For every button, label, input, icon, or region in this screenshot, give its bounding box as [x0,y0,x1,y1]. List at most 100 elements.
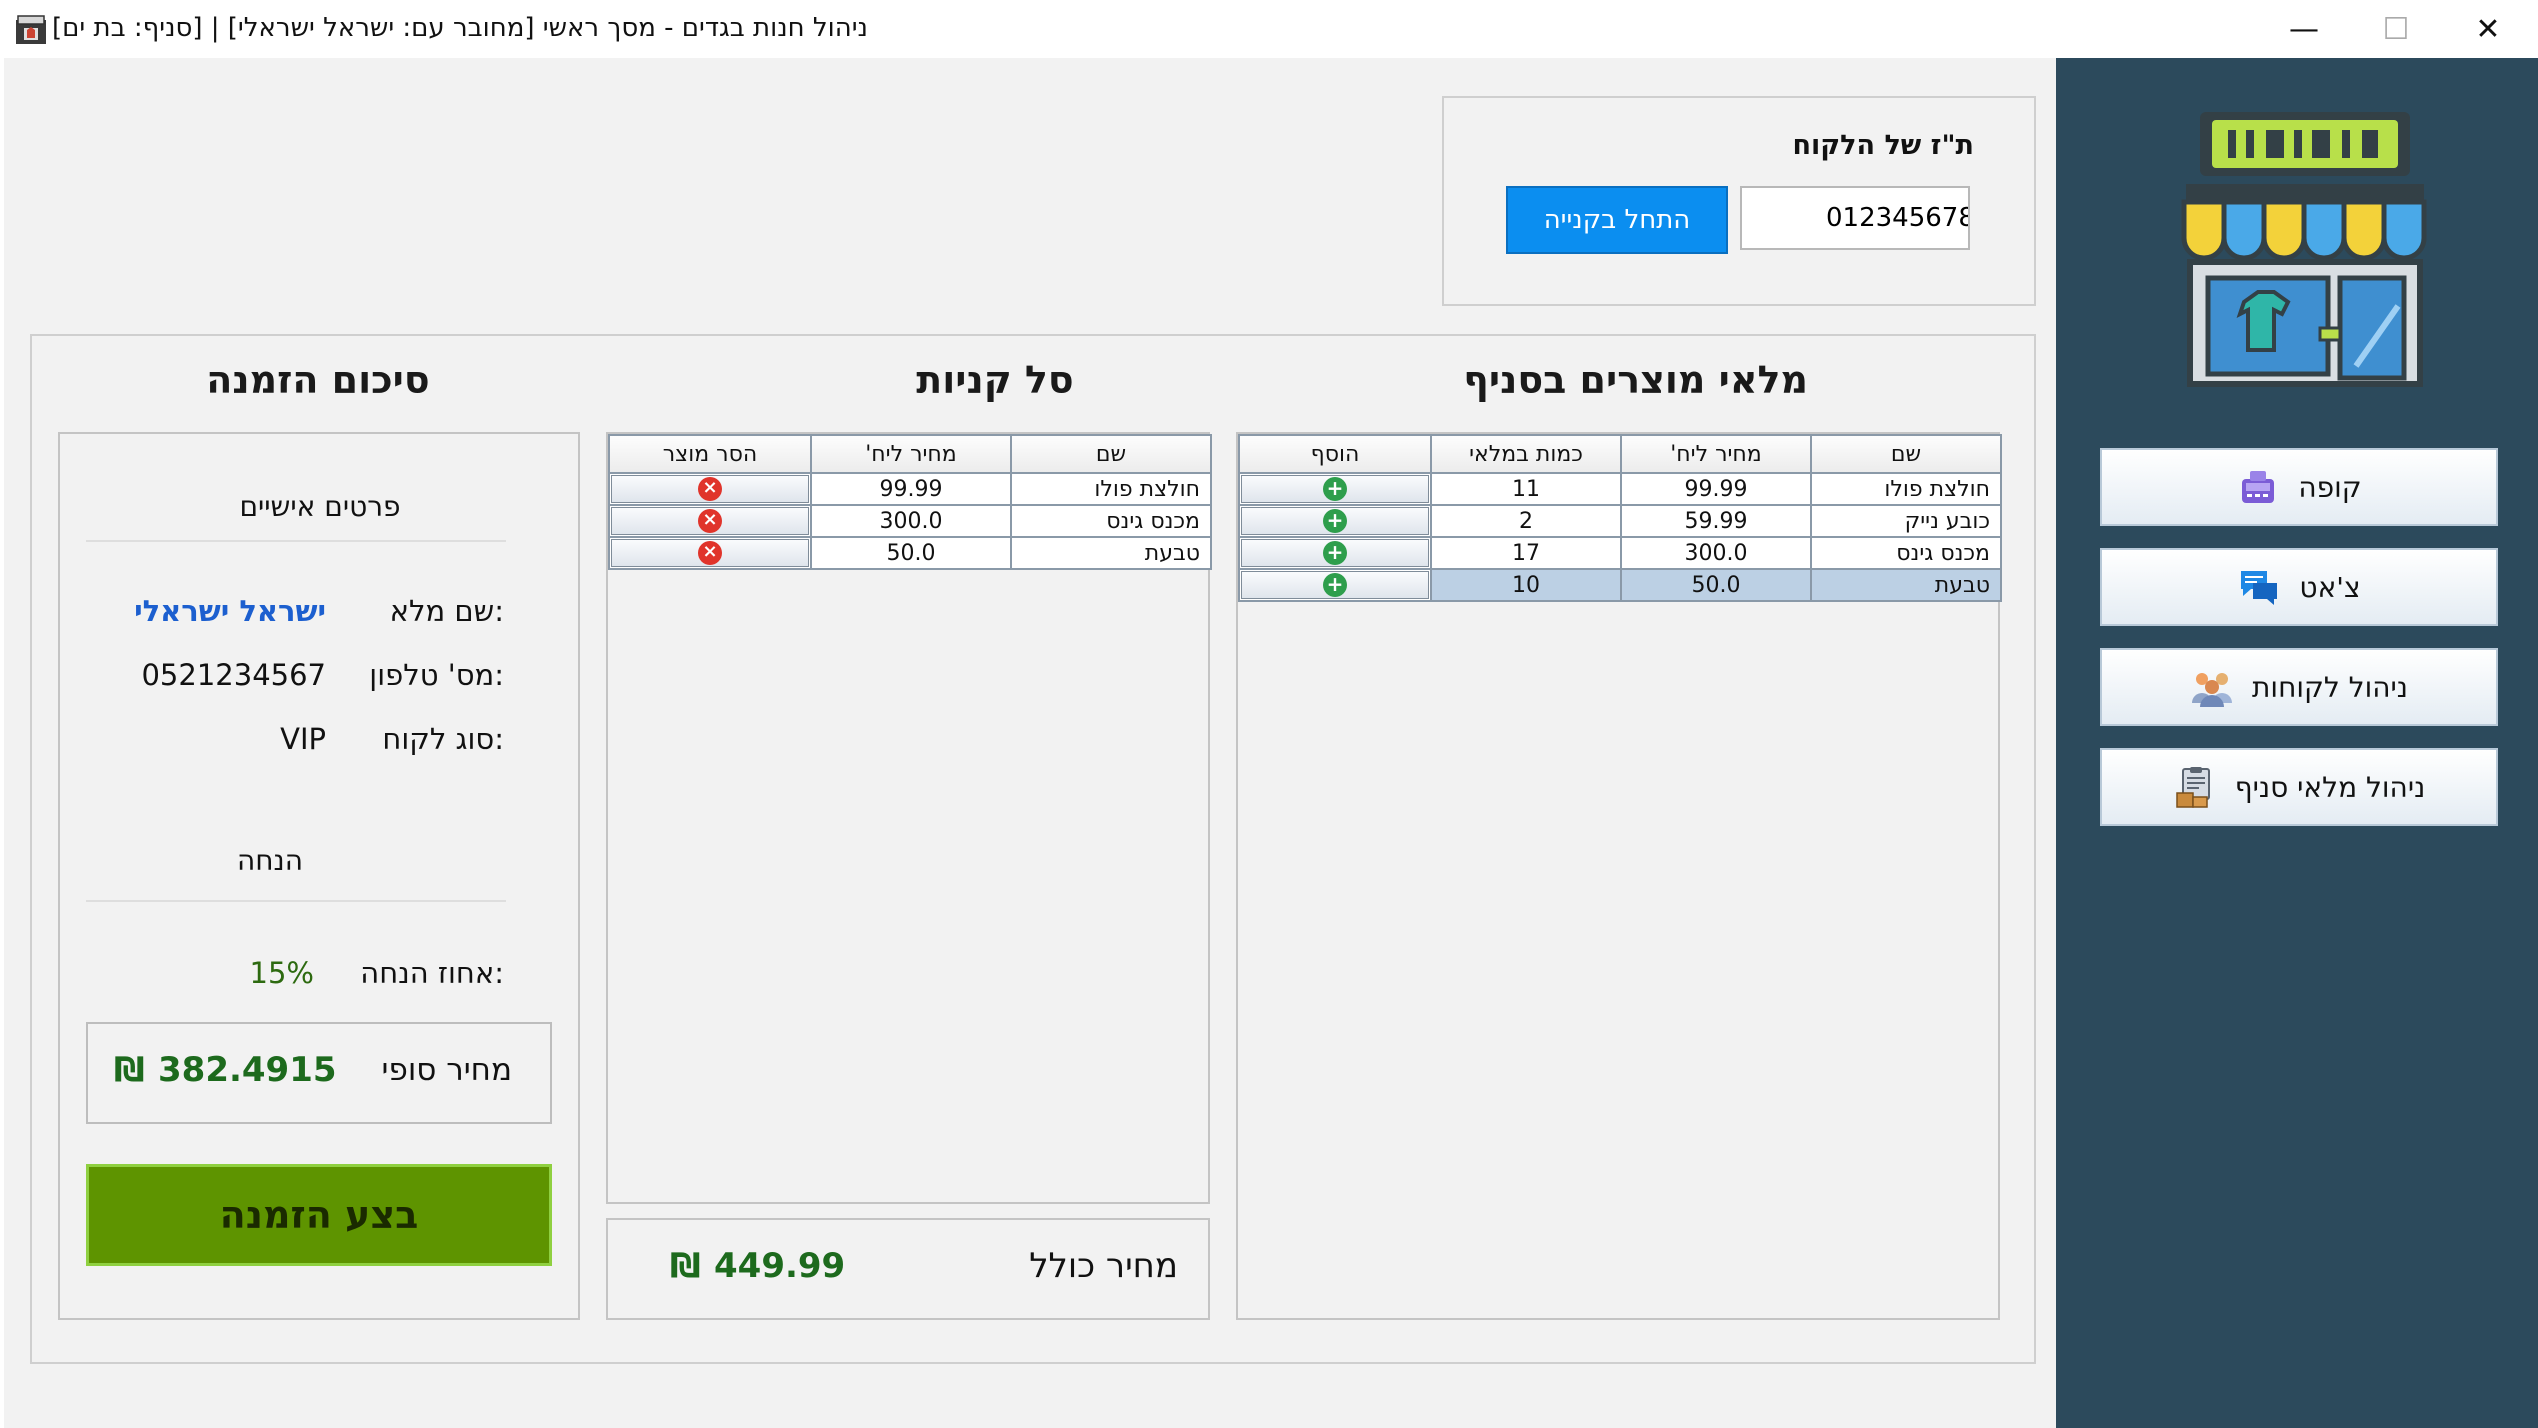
divider [86,900,506,902]
table-row[interactable]: חולצת פולו 99.99 × [608,472,1212,506]
customer-id-label: ת"ז של הלקוח [1792,130,1974,161]
minimize-button[interactable]: — [2258,0,2350,58]
customer-id-panel: ת"ז של הלקוח התחל בקנייה [1442,96,2036,306]
currency-symbol: ₪ [670,1246,701,1286]
sidebar-item-label: קופה [2298,470,2362,504]
remove-product-button[interactable]: × [611,539,809,567]
remove-product-button[interactable]: × [611,475,809,503]
column-header[interactable]: שם [1010,434,1212,474]
table-row[interactable]: טבעת 50.0 × [608,536,1212,570]
table-row[interactable]: כובע נייק 59.99 2 + [1238,504,2002,538]
full-name-label: שם מלא: [389,594,504,628]
discount-percent-value: 15% [249,956,314,990]
cart-item-name: מכנס גינס [1010,504,1212,538]
sidebar-item-inventory[interactable]: ניהול מלאי סניף [2100,748,2498,826]
sidebar-item-customers[interactable]: ניהול לקוחות [2100,648,2498,726]
divider [86,540,506,542]
discount-header: הנחה [236,844,304,877]
inventory-header-row: שם מחיר ליח' כמות במלאי הוסף [1238,434,2002,474]
cart-title: סל קניות [916,358,1074,402]
phone-value: 0521234567 [141,658,326,692]
cart-item-name: חולצת פולו [1010,472,1212,506]
personal-details-header: פרטים אישיים [239,490,401,523]
cart-item-price: 300.0 [810,504,1012,538]
phone-label: מס' טלפון: [369,658,504,692]
store-logo-icon [2181,112,2427,387]
sidebar-item-chat[interactable]: צ'אט [2100,548,2498,626]
plus-icon: + [1323,477,1347,501]
remove-product-button[interactable]: × [611,507,809,535]
add-product-button[interactable]: + [1241,571,1429,599]
customers-icon [2192,673,2233,707]
full-name-value: ישראל ישראלי [134,594,326,628]
column-header[interactable]: מחיר ליח' [1620,434,1812,474]
window-title: ניהול חנות בגדים - מסך ראשי [מחובר עם: י… [52,13,868,43]
customer-type-value: VIP [280,722,326,756]
product-price: 99.99 [1620,472,1812,506]
cash-register-icon [2242,471,2275,503]
plus-icon: + [1323,509,1347,533]
product-name: טבעת [1810,568,2002,602]
remove-icon: × [698,509,722,533]
discount-percent-label: אחוז הנחה: [360,956,504,990]
column-header[interactable]: הוסף [1238,434,1432,474]
cart-item-price: 50.0 [810,536,1012,570]
cart-table: שם מחיר ליח' הסר מוצר חולצת פולו 99.99 ×… [608,434,1212,570]
product-name: מכנס גינס [1810,536,2002,570]
sidebar-item-label: ניהול לקוחות [2252,670,2408,704]
chat-icon [2241,571,2278,605]
cart-table-area: שם מחיר ליח' הסר מוצר חולצת פולו 99.99 ×… [606,432,1212,1204]
title-bar: ניהול חנות בגדים - מסך ראשי [מחובר עם: י… [0,0,2538,58]
column-header[interactable]: הסר מוצר [608,434,812,474]
close-button[interactable]: ✕ [2442,0,2534,58]
customer-type-label: סוג לקוח: [382,722,504,756]
remove-icon: × [698,477,722,501]
product-qty: 17 [1430,536,1622,570]
plus-icon: + [1323,541,1347,565]
product-price: 300.0 [1620,536,1812,570]
cart-header-row: שם מחיר ליח' הסר מוצר [608,434,1212,474]
product-qty: 2 [1430,504,1622,538]
add-product-button[interactable]: + [1241,507,1429,535]
final-price-label: מחיר סופי [381,1052,512,1088]
customer-id-input[interactable] [1740,186,1970,250]
order-summary-box: פרטים אישיים שם מלא: ישראל ישראלי מס' טל… [58,432,580,1320]
column-header[interactable]: כמות במלאי [1430,434,1622,474]
inventory-table-area: שם מחיר ליח' כמות במלאי הוסף חולצת פולו … [1236,432,2002,1320]
sidebar-item-label: צ'אט [2299,570,2361,604]
inventory-title: מלאי מוצרים בסניף [1463,358,1808,402]
summary-title: סיכום הזמנה [206,358,430,402]
cart-item-name: טבעת [1010,536,1212,570]
currency-symbol: ₪ [114,1050,145,1090]
product-name: חולצת פולו [1810,472,2002,506]
start-purchase-button[interactable]: התחל בקנייה [1506,186,1728,254]
product-name: כובע נייק [1810,504,2002,538]
sidebar-item-cash-register[interactable]: קופה [2100,448,2498,526]
product-qty: 11 [1430,472,1622,506]
app-icon [16,15,46,44]
final-price-value: 382.4915 [158,1050,337,1090]
column-header[interactable]: שם [1810,434,2002,474]
table-row[interactable]: מכנס גינס 300.0 17 + [1238,536,2002,570]
table-row[interactable]: חולצת פולו 99.99 11 + [1238,472,2002,506]
column-header[interactable]: מחיר ליח' [810,434,1012,474]
cart-total-box: מחיר כולל 449.99 ₪ [606,1218,1210,1320]
place-order-button[interactable]: בצע הזמנה [86,1164,552,1266]
product-qty: 10 [1430,568,1622,602]
inventory-table: שם מחיר ליח' כמות במלאי הוסף חולצת פולו … [1238,434,2002,602]
cart-item-price: 99.99 [810,472,1012,506]
maximize-button[interactable]: ☐ [2350,0,2442,58]
product-price: 50.0 [1620,568,1812,602]
table-row[interactable]: מכנס גינס 300.0 × [608,504,1212,538]
add-product-button[interactable]: + [1241,475,1429,503]
add-product-button[interactable]: + [1241,539,1429,567]
inventory-icon [2175,767,2210,808]
final-price-box: מחיר סופי 382.4915 ₪ [86,1022,552,1124]
cart-total-label: מחיר כולל [1029,1246,1178,1286]
table-row-selected[interactable]: טבעת 50.0 10 + [1238,568,2002,602]
cart-total-value: 449.99 [714,1246,846,1286]
sidebar-item-label: ניהול מלאי סניף [2234,770,2426,804]
product-price: 59.99 [1620,504,1812,538]
remove-icon: × [698,541,722,565]
plus-icon: + [1323,573,1347,597]
